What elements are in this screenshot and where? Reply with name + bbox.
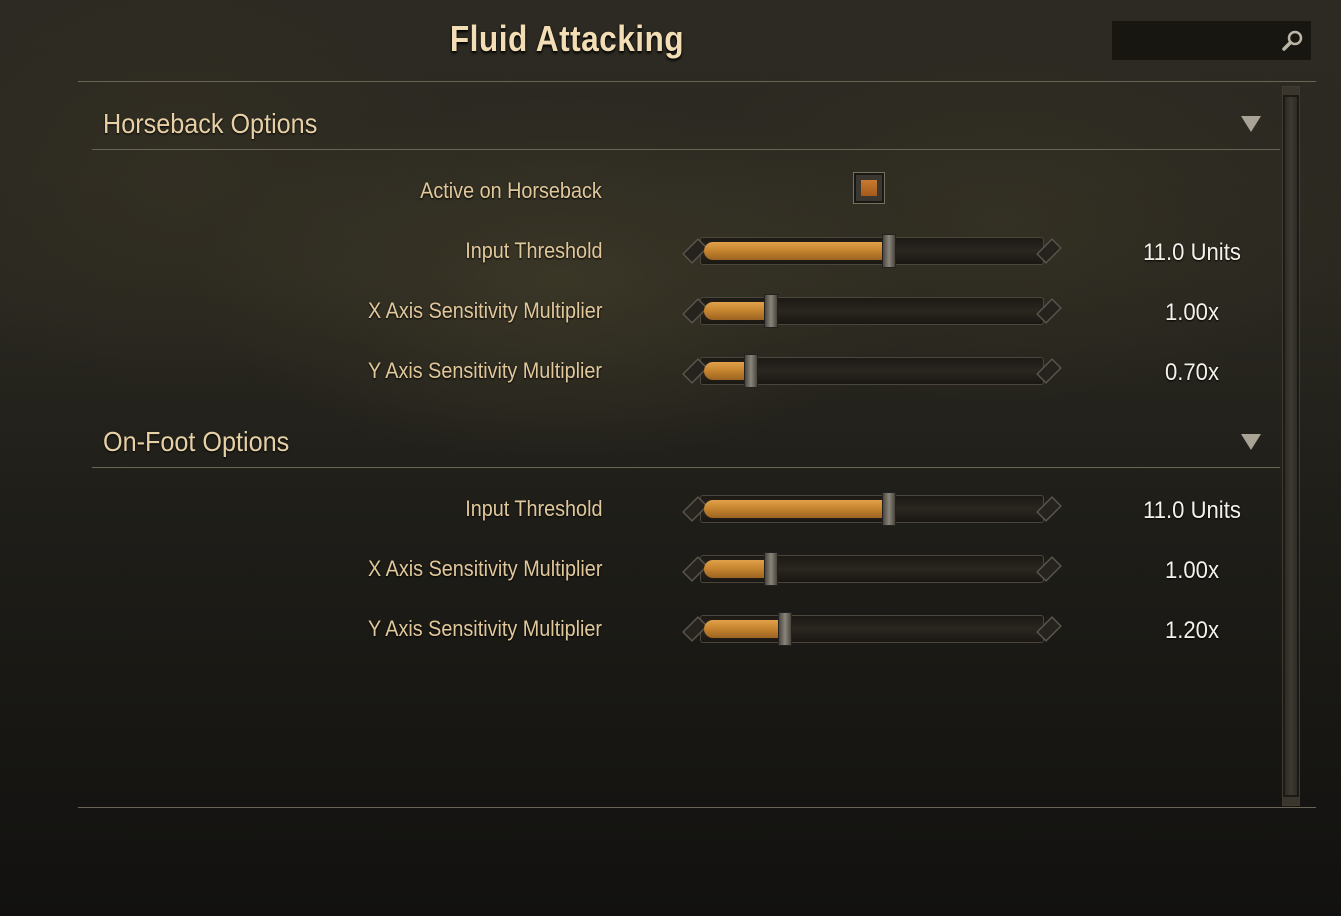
section-divider: [92, 149, 1280, 150]
scrollbar-cap: [1283, 87, 1299, 95]
section-divider: [92, 467, 1280, 468]
setting-value: 0.70x: [1164, 359, 1220, 386]
setting-label: Y Axis Sensitivity Multiplier: [367, 358, 602, 383]
scrollbar-cap: [1283, 797, 1299, 805]
chevron-down-icon[interactable]: [1241, 116, 1261, 132]
setting-value: 1.00x: [1164, 557, 1220, 584]
y-axis-sensitivity-slider[interactable]: [682, 611, 1062, 647]
scrollbar-thumb[interactable]: [1285, 97, 1297, 795]
x-axis-sensitivity-slider[interactable]: [682, 551, 1062, 587]
slider-handle[interactable]: [764, 552, 779, 586]
title-divider: [78, 81, 1316, 82]
search-icon[interactable]: [1281, 29, 1305, 53]
slider-fill: [704, 620, 785, 638]
slider-fill: [704, 242, 889, 260]
slider-handle[interactable]: [777, 612, 792, 646]
slider-handle[interactable]: [744, 354, 759, 388]
setting-value: 1.00x: [1164, 299, 1220, 326]
input-threshold-slider[interactable]: [682, 233, 1062, 269]
section-title-on-foot[interactable]: On-Foot Options: [103, 426, 289, 458]
setting-label: X Axis Sensitivity Multiplier: [367, 556, 602, 581]
slider-fill: [704, 302, 772, 320]
setting-label: Input Threshold: [464, 238, 602, 263]
chevron-down-icon[interactable]: [1241, 434, 1261, 450]
scrollbar[interactable]: [1282, 86, 1300, 806]
y-axis-sensitivity-slider[interactable]: [682, 353, 1062, 389]
slider-handle[interactable]: [881, 234, 896, 268]
bottom-divider: [78, 807, 1316, 808]
active-on-horseback-checkbox[interactable]: [854, 173, 884, 203]
checkbox-checked-mark: [861, 180, 877, 196]
slider-handle[interactable]: [764, 294, 779, 328]
x-axis-sensitivity-slider[interactable]: [682, 293, 1062, 329]
slider-handle[interactable]: [881, 492, 896, 526]
setting-value: 11.0 Units: [1143, 497, 1241, 524]
search-input[interactable]: [1112, 21, 1311, 60]
slider-fill: [704, 500, 889, 518]
setting-label: X Axis Sensitivity Multiplier: [367, 298, 602, 323]
input-threshold-slider[interactable]: [682, 491, 1062, 527]
setting-label: Active on Horseback: [420, 178, 602, 203]
setting-label: Y Axis Sensitivity Multiplier: [367, 616, 602, 641]
setting-value: 11.0 Units: [1143, 239, 1241, 266]
page-title: Fluid Attacking: [449, 18, 685, 59]
setting-label: Input Threshold: [464, 496, 602, 521]
slider-fill: [704, 560, 772, 578]
setting-value: 1.20x: [1164, 617, 1220, 644]
section-title-horseback[interactable]: Horseback Options: [103, 108, 317, 140]
